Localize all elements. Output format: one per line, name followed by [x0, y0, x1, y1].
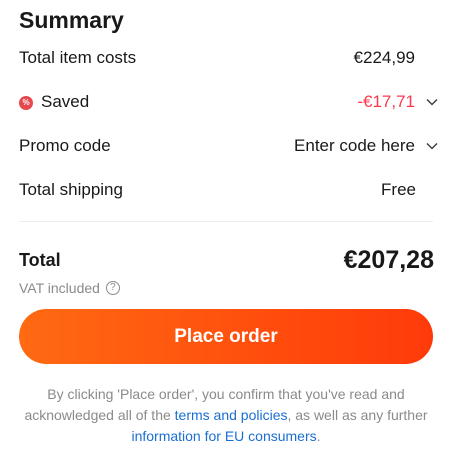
promo-code-row[interactable]: Promo code Enter code here	[19, 133, 439, 159]
eu-info-link[interactable]: information for EU consumers	[131, 428, 316, 444]
shipping-label: Total shipping	[19, 180, 123, 199]
vat-note: VAT included ?	[19, 278, 120, 298]
item-costs-value: €224,99	[353, 48, 415, 67]
saved-row[interactable]: % Saved -€17,71	[19, 89, 439, 115]
chevron-down-icon[interactable]	[425, 139, 439, 153]
vat-label: VAT included	[19, 280, 100, 296]
legal-text: , as well as any further	[287, 407, 428, 423]
chevron-down-icon[interactable]	[425, 95, 439, 109]
order-summary-panel: Summary Total item costs €224,99 % Saved…	[0, 0, 460, 451]
help-icon[interactable]: ?	[105, 281, 120, 295]
legal-text: .	[316, 428, 321, 444]
saved-value: -€17,71	[357, 92, 415, 111]
terms-link[interactable]: terms and policies	[175, 407, 288, 423]
divider	[19, 221, 433, 222]
promo-code-label: Promo code	[19, 136, 111, 155]
saved-label: Saved	[41, 92, 90, 111]
summary-title: Summary	[19, 7, 124, 33]
shipping-row: Total shipping Free	[19, 177, 439, 203]
item-costs-label: Total item costs	[19, 48, 137, 67]
place-order-button[interactable]: Place order	[19, 309, 433, 364]
promo-code-input[interactable]: Enter code here	[294, 135, 415, 157]
total-label: Total	[19, 250, 61, 270]
total-value: €207,28	[343, 246, 434, 274]
item-costs-row: Total item costs €224,99	[19, 45, 439, 71]
shipping-value: Free	[381, 180, 416, 199]
legal-notice: By clicking 'Place order', you confirm t…	[19, 384, 433, 447]
discount-badge-icon: %	[19, 96, 33, 110]
